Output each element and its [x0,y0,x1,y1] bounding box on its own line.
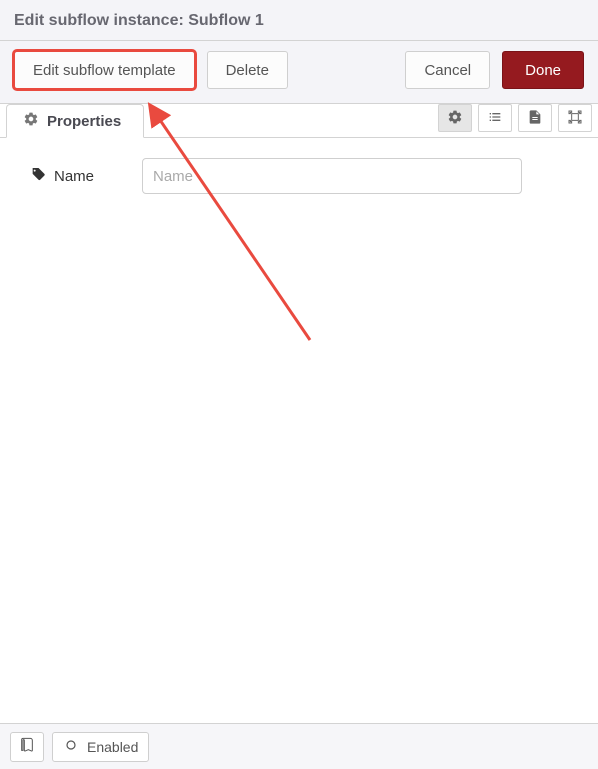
toolbar-properties-button[interactable] [438,104,472,132]
enabled-toggle[interactable]: Enabled [52,732,149,762]
panel-title: Edit subflow instance: Subflow 1 [14,12,580,30]
toolbar-appearance-button[interactable] [558,104,592,132]
toolbar-env-button[interactable] [478,104,512,132]
list-icon [487,109,503,128]
cancel-button[interactable]: Cancel [405,51,490,89]
toolbar-description-button[interactable] [518,104,552,132]
book-icon [19,737,35,756]
tab-bar: Properties [0,104,598,138]
edit-subflow-template-button[interactable]: Edit subflow template [14,51,195,89]
edit-toolbar [438,104,598,132]
enabled-label: Enabled [87,739,138,755]
footer-bar: Enabled [0,723,598,769]
name-label: Name [54,168,94,185]
group-select-icon [567,109,583,128]
gear-icon [23,111,39,131]
action-bar: Edit subflow template Delete Cancel Done [0,41,598,104]
help-button[interactable] [10,732,44,762]
tab-properties[interactable]: Properties [6,104,144,138]
name-label-wrap: Name [30,166,130,186]
delete-button[interactable]: Delete [207,51,288,89]
name-input[interactable] [142,158,522,194]
name-row: Name [30,158,568,194]
tag-icon [30,166,46,186]
properties-panel: Name [0,138,598,724]
circle-icon [63,737,79,756]
done-button[interactable]: Done [502,51,584,89]
tab-properties-label: Properties [47,113,121,130]
gear-icon [447,109,463,128]
file-icon [527,109,543,128]
